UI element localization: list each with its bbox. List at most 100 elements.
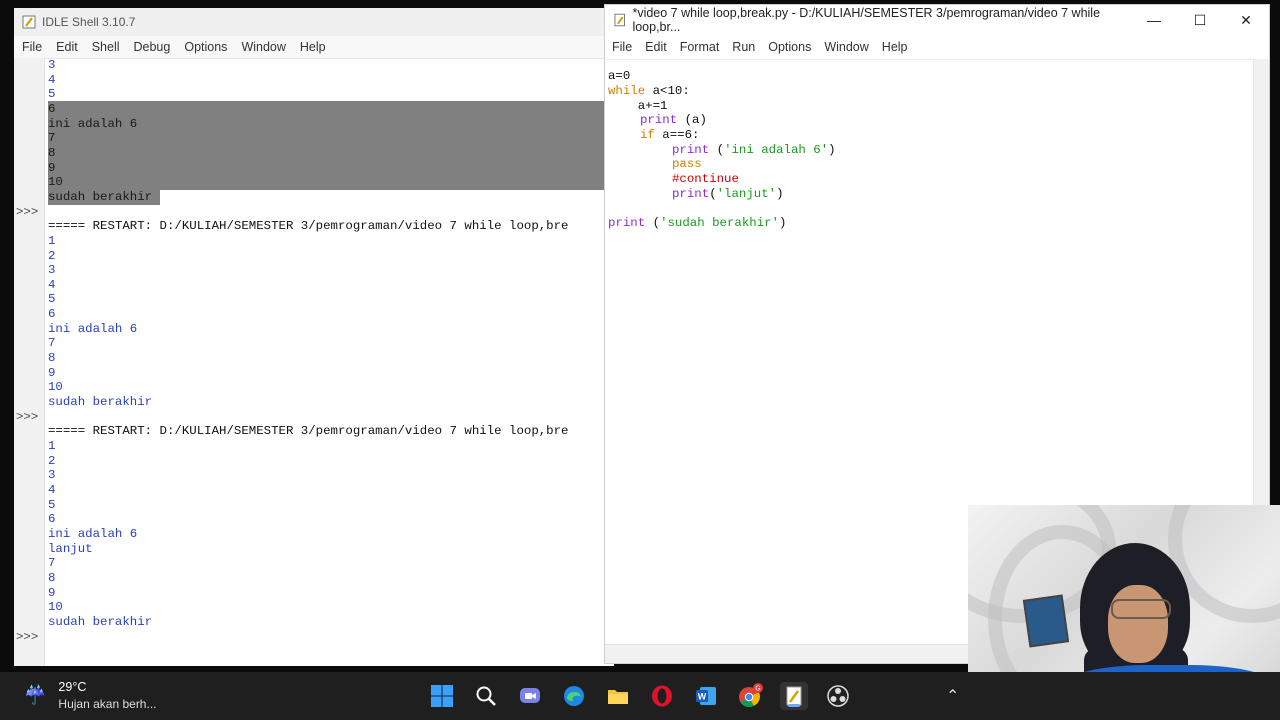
editor-menu-help[interactable]: Help <box>882 40 908 54</box>
editor-menu-options[interactable]: Options <box>768 40 811 54</box>
code-text: ) <box>776 187 784 201</box>
output-line: 1 <box>48 439 56 453</box>
shell-title: IDLE Shell 3.10.7 <box>42 15 136 29</box>
code-line: print('lanjut') <box>672 187 784 202</box>
output-line: 5 <box>48 498 56 512</box>
output-line: 5 <box>48 292 56 306</box>
obs-icon[interactable] <box>824 682 852 710</box>
taskbar: ☔ 29°C Hujan akan berh... W G ⌃ <box>0 672 1280 720</box>
idle-shell-window[interactable]: IDLE Shell 3.10.7 File Edit Shell Debug … <box>14 8 614 666</box>
code-line: print (a) <box>640 113 707 128</box>
chrome-icon[interactable]: G <box>736 682 764 710</box>
shell-menu-debug[interactable]: Debug <box>134 40 171 54</box>
shell-menu-options[interactable]: Options <box>184 40 227 54</box>
close-button[interactable]: ✕ <box>1223 5 1269 35</box>
restart-line: ===== RESTART: D:/KULIAH/SEMESTER 3/pemr… <box>48 219 569 233</box>
comment: #continue <box>672 172 739 186</box>
editor-menubar: File Edit Format Run Options Window Help <box>605 35 1269 60</box>
shell-titlebar[interactable]: IDLE Shell 3.10.7 <box>14 8 614 36</box>
string-literal: 'lanjut' <box>716 187 777 201</box>
teams-chat-icon[interactable] <box>516 682 544 710</box>
python-file-icon <box>614 13 626 27</box>
code-line: #continue <box>672 172 739 187</box>
code-line: pass <box>672 157 702 172</box>
shell-output-area[interactable]: >>> >>> >>> 3 4 5 6 ini adalah 6 7 8 9 1… <box>14 58 614 666</box>
code-text: ( <box>709 143 725 157</box>
output-line: 6 <box>48 512 56 526</box>
shell-menu-help[interactable]: Help <box>300 40 326 54</box>
editor-title: *video 7 while loop,break.py - D:/KULIAH… <box>632 6 1101 34</box>
builtin: print <box>672 187 710 201</box>
output-line: 2 <box>48 249 56 263</box>
wall-picture <box>1022 594 1070 648</box>
person-glasses <box>1111 599 1171 619</box>
shell-prompt: >>> <box>16 205 39 219</box>
shell-menu-edit[interactable]: Edit <box>56 40 78 54</box>
editor-menu-file[interactable]: File <box>612 40 632 54</box>
builtin: print <box>608 216 646 230</box>
svg-text:W: W <box>698 692 707 702</box>
svg-text:G: G <box>755 686 760 693</box>
text-selection <box>48 101 614 190</box>
idle-app-icon[interactable] <box>780 682 808 710</box>
editor-titlebar[interactable]: *video 7 while loop,break.py - D:/KULIAH… <box>605 5 1269 35</box>
edge-icon[interactable] <box>560 682 588 710</box>
weather-forecast: Hujan akan berh... <box>58 697 157 711</box>
output-line: 7 <box>48 336 56 350</box>
shell-menubar: File Edit Shell Debug Options Window Hel… <box>14 36 614 59</box>
active-indicator <box>788 704 800 707</box>
shell-menu-file[interactable]: File <box>22 40 42 54</box>
chevron-up-icon[interactable]: ⌃ <box>946 686 959 706</box>
output-line: 4 <box>48 73 56 87</box>
editor-menu-edit[interactable]: Edit <box>645 40 667 54</box>
code-line: if a==6: <box>640 128 700 143</box>
python-feather-icon <box>22 15 36 29</box>
output-line: 9 <box>48 366 56 380</box>
output-line: sudah berakhir <box>48 395 153 409</box>
output-line: 3 <box>48 58 56 72</box>
output-line: 7 <box>48 131 56 145</box>
shell-prompt: >>> <box>16 410 39 424</box>
opera-icon[interactable] <box>648 682 676 710</box>
output-line: 4 <box>48 278 56 292</box>
code-text: ( <box>645 216 661 230</box>
code-text: (a) <box>677 113 707 127</box>
output-line: ini adalah 6 <box>48 527 138 541</box>
output-line: 5 <box>48 87 56 101</box>
code-line: print ('ini adalah 6') <box>672 143 836 158</box>
output-line: 10 <box>48 175 63 189</box>
string-literal: 'ini adalah 6' <box>724 143 829 157</box>
output-line: lanjut <box>48 542 93 556</box>
weather-temperature: 29°C <box>58 680 87 694</box>
weather-widget[interactable]: ☔ 29°C Hujan akan berh... <box>24 680 156 711</box>
rain-icon: ☔ <box>24 685 47 705</box>
minimize-button[interactable]: — <box>1131 5 1177 35</box>
editor-menu-window[interactable]: Window <box>824 40 868 54</box>
code-text: ( <box>709 187 717 201</box>
windows-start-icon[interactable] <box>428 682 456 710</box>
code-line: print ('sudah berakhir') <box>608 216 786 231</box>
output-line: 6 <box>48 102 56 116</box>
search-icon[interactable] <box>472 682 500 710</box>
builtin: print <box>640 113 678 127</box>
shell-menu-shell[interactable]: Shell <box>92 40 120 54</box>
editor-menu-run[interactable]: Run <box>732 40 755 54</box>
output-line: ini adalah 6 <box>48 322 138 336</box>
output-line: 9 <box>48 161 56 175</box>
output-line: 7 <box>48 556 56 570</box>
output-line: 9 <box>48 586 56 600</box>
output-line: 10 <box>48 380 63 394</box>
output-line: 10 <box>48 600 63 614</box>
string-literal: 'sudah berakhir' <box>660 216 780 230</box>
file-explorer-icon[interactable] <box>604 682 632 710</box>
maximize-button[interactable]: ☐ <box>1177 5 1223 35</box>
word-icon[interactable]: W <box>692 682 720 710</box>
output-line: 3 <box>48 468 56 482</box>
output-line: 2 <box>48 454 56 468</box>
output-line: 8 <box>48 351 56 365</box>
shell-menu-window[interactable]: Window <box>241 40 285 54</box>
output-line: 8 <box>48 146 56 160</box>
restart-line: ===== RESTART: D:/KULIAH/SEMESTER 3/pemr… <box>48 424 569 438</box>
prompt-gutter: >>> >>> >>> <box>14 58 45 666</box>
editor-menu-format[interactable]: Format <box>680 40 720 54</box>
